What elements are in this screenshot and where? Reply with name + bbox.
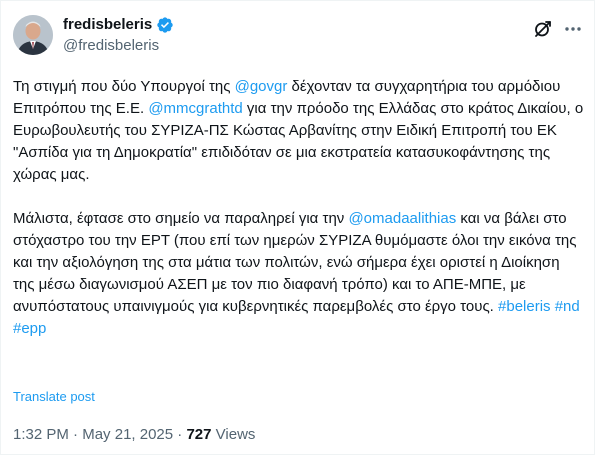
grok-icon[interactable]: [533, 19, 553, 39]
text-segment: Μάλιστα, έφτασε στο σημείο να παραληρεί …: [13, 210, 349, 227]
tweet-date[interactable]: May 21, 2025: [82, 426, 173, 443]
mention-omadaalithias[interactable]: @omadaalithias: [348, 210, 456, 227]
tweet-meta: 1:32 PM · May 21, 2025 · 727 Views: [13, 425, 255, 445]
meta-separator: ·: [73, 426, 79, 443]
translate-post-link[interactable]: Translate post: [13, 389, 95, 405]
text-segment: Τη στιγμή που δύο Υπουργοί της: [13, 78, 235, 95]
author-display-name[interactable]: fredisbeleris: [63, 15, 152, 35]
avatar[interactable]: [13, 15, 53, 55]
meta-separator: ·: [177, 426, 183, 443]
tweet-time[interactable]: 1:32 PM: [13, 426, 69, 443]
hashtag-beleris[interactable]: #beleris: [498, 298, 551, 315]
avatar-image: [13, 15, 53, 55]
tweet-paragraph-2: Μάλιστα, έφτασε στο σημείο να παραληρεί …: [13, 208, 585, 340]
author-handle[interactable]: @fredisbeleris: [63, 36, 174, 56]
tweet-card: fredisbeleris @fredisbeleris Τη στιγμή π…: [0, 0, 595, 455]
views-count: 727: [186, 426, 212, 443]
mention-mmcgrathtd[interactable]: @mmcgrathtd: [148, 100, 242, 117]
display-name-row: fredisbeleris: [63, 15, 174, 35]
tweet-text: Τη στιγμή που δύο Υπουργοί της @govgr δέ…: [13, 76, 585, 340]
more-options-icon[interactable]: [563, 19, 583, 39]
views-label: Views: [215, 426, 256, 443]
author-block: fredisbeleris @fredisbeleris: [63, 15, 174, 56]
mention-govgr[interactable]: @govgr: [235, 78, 288, 95]
hashtag-epp[interactable]: #epp: [13, 320, 46, 337]
hashtag-nd[interactable]: #nd: [555, 298, 580, 315]
verified-badge-icon: [156, 16, 174, 34]
tweet-paragraph-1: Τη στιγμή που δύο Υπουργοί της @govgr δέ…: [13, 76, 585, 186]
